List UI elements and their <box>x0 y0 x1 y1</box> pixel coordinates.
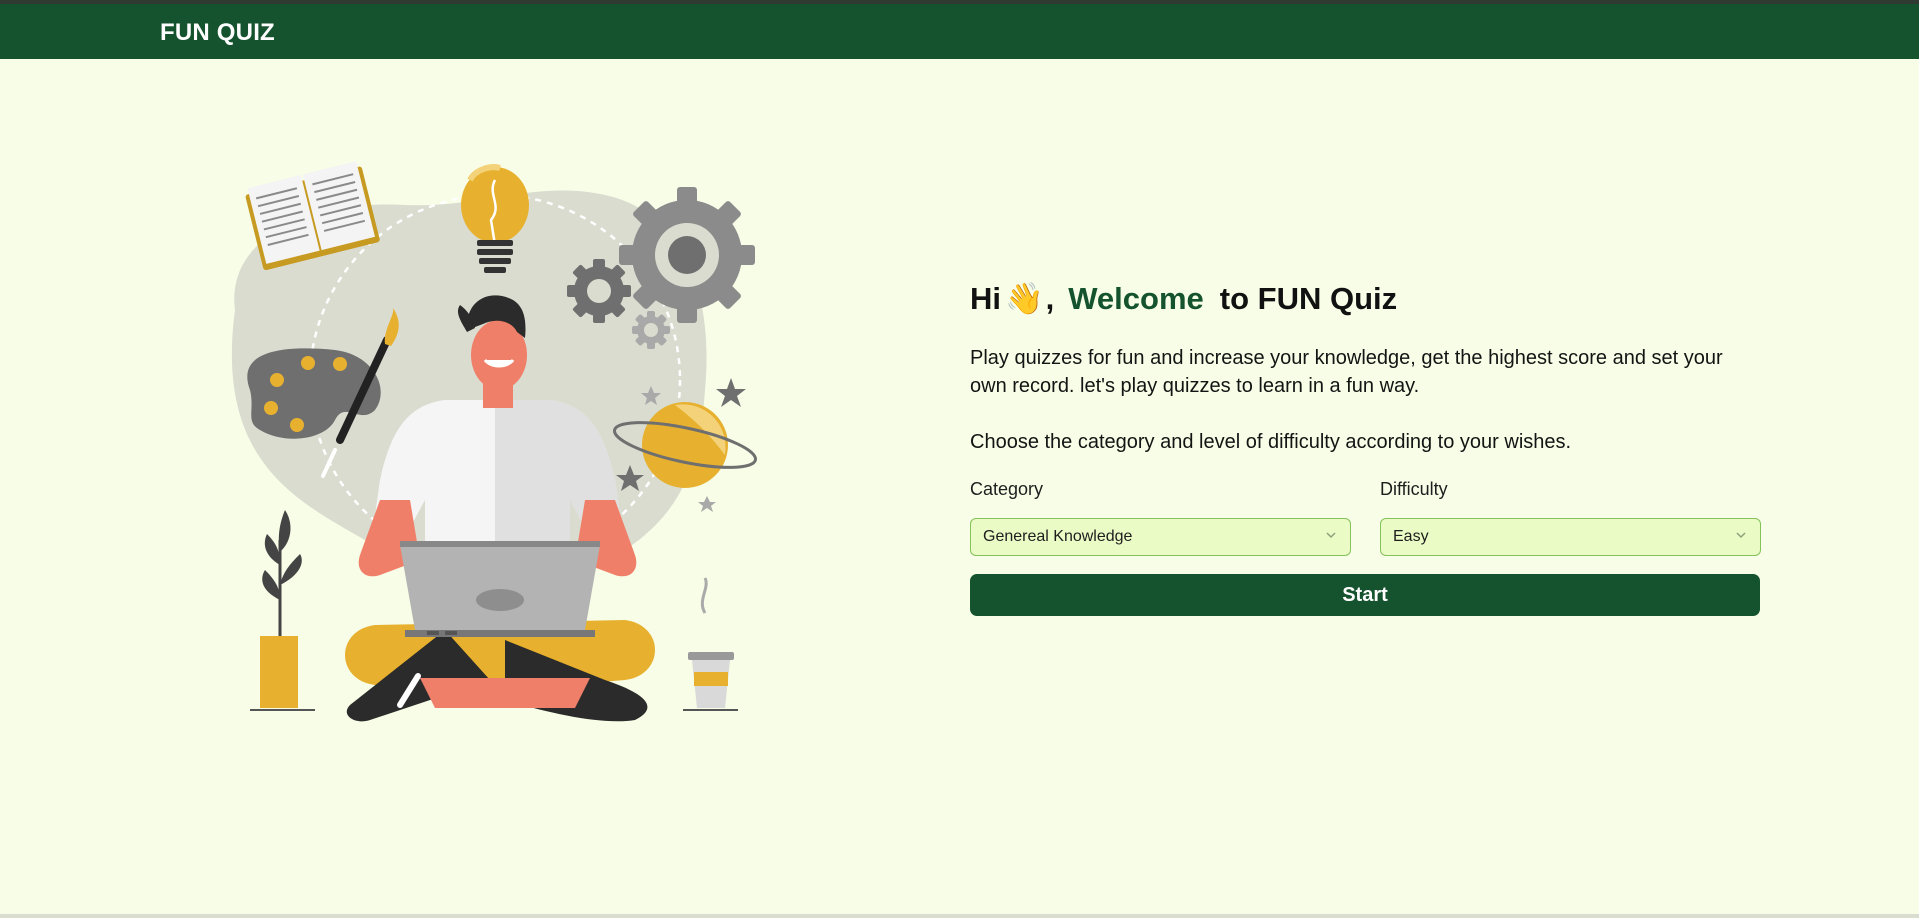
person-with-laptop-illustration <box>231 161 758 722</box>
welcome-highlight: Welcome <box>1068 281 1204 316</box>
instruction-paragraph: Choose the category and level of difficu… <box>970 431 1572 453</box>
window-bottom-border <box>0 914 1919 918</box>
brand-logo-text[interactable]: FUN QUIZ <box>160 19 275 47</box>
navbar: FUN QUIZ <box>0 4 1919 59</box>
chevron-down-icon <box>1736 532 1746 539</box>
greeting-comma: , <box>1045 281 1055 316</box>
wave-emoji-icon: 👋 <box>1005 281 1044 316</box>
start-button[interactable]: Start <box>970 574 1760 616</box>
category-field: Category Genereal Knowledge <box>970 476 1351 556</box>
hero-illustration <box>205 160 770 740</box>
greeting-text: Hi <box>970 281 1001 316</box>
welcome-panel: Hi 👋, Welcome to FUN Quiz Play quizzes for … <box>970 276 1761 616</box>
category-select[interactable]: Genereal Knowledge <box>970 518 1351 556</box>
intro-paragraph: Play quizzes for fun and increase your k… <box>970 347 1723 397</box>
difficulty-field: Difficulty Easy <box>1380 476 1761 556</box>
welcome-heading: Hi 👋, Welcome to FUN Quiz <box>970 276 1760 322</box>
title-rest: to FUN Quiz <box>1219 281 1398 316</box>
chevron-down-icon <box>1326 532 1336 539</box>
difficulty-label: Difficulty <box>1380 479 1448 499</box>
category-selected-value: Genereal Knowledge <box>983 528 1133 545</box>
difficulty-select[interactable]: Easy <box>1380 518 1761 556</box>
difficulty-selected-value: Easy <box>1393 528 1429 545</box>
category-label: Category <box>970 479 1044 499</box>
